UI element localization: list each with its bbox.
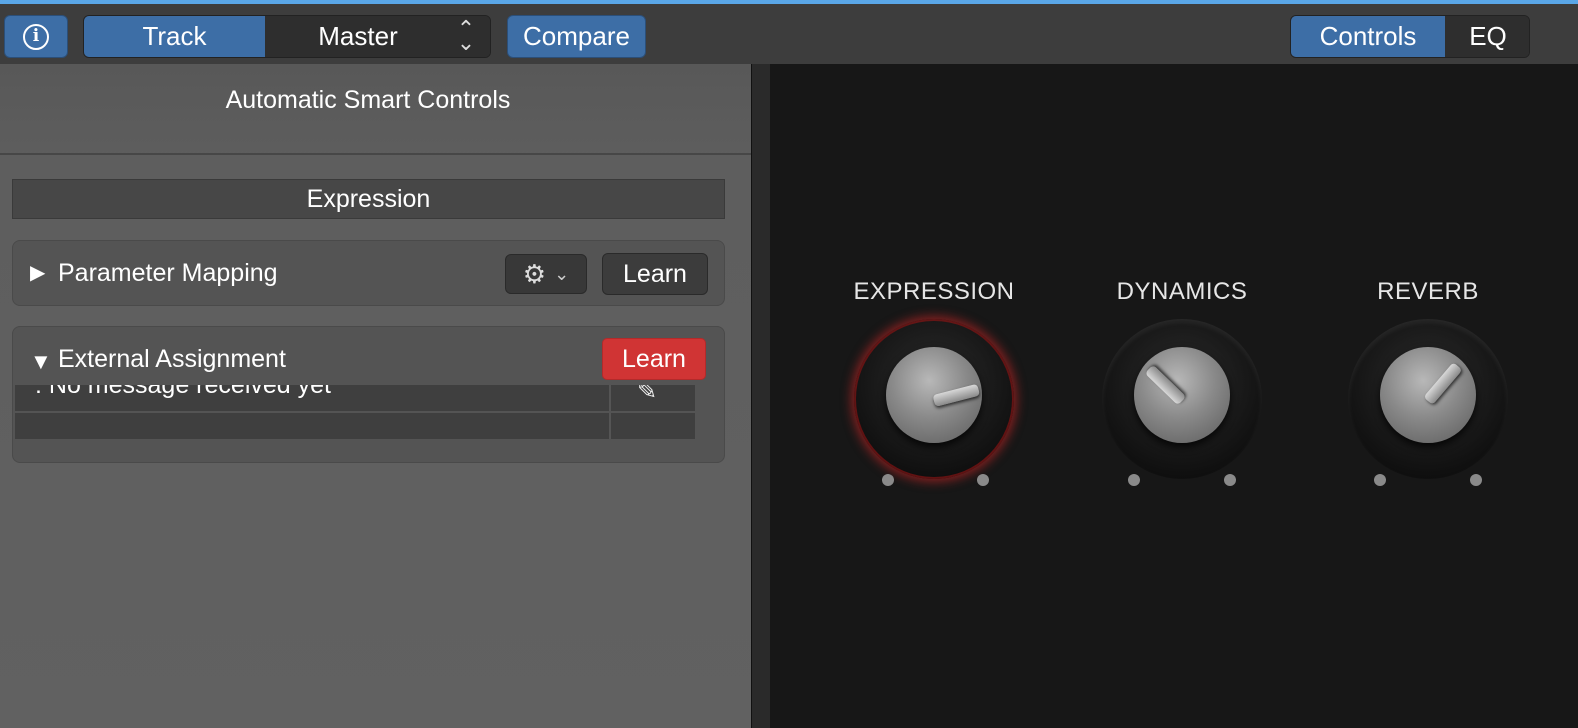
dynamics-knob[interactable] xyxy=(1102,319,1262,479)
assignment-message: : No message received yet xyxy=(35,385,331,399)
parameter-mapping-action-menu[interactable]: ⚙ ⌄ xyxy=(505,254,587,294)
table-row[interactable] xyxy=(15,413,695,439)
compare-button[interactable]: Compare xyxy=(507,15,646,58)
knob-label-expression: EXPRESSION xyxy=(853,278,1015,305)
panel-splitter[interactable] xyxy=(751,64,771,728)
section-header-expression: Expression xyxy=(12,179,725,219)
knob-max-dot xyxy=(977,474,989,486)
expression-knob[interactable] xyxy=(854,319,1014,479)
parameter-mapping-label: Parameter Mapping xyxy=(58,259,278,287)
column-divider xyxy=(609,413,611,439)
track-master-selector: Track Master ⌃ ⌄ xyxy=(83,15,491,58)
disclosure-triangle-collapsed-icon[interactable]: ▶ xyxy=(30,260,45,285)
knob-max-dot xyxy=(1224,474,1236,486)
inspector-title: Automatic Smart Controls xyxy=(225,86,511,114)
external-assignment-label: External Assignment xyxy=(58,345,286,373)
parameter-mapping-learn-button[interactable]: Learn xyxy=(602,253,708,295)
knob-min-dot xyxy=(882,474,894,486)
eq-tab[interactable]: EQ xyxy=(1445,16,1529,57)
knob-label-reverb: REVERB xyxy=(1377,278,1479,305)
parameter-mapping-section: ▶ Parameter Mapping ⚙ ⌄ Learn xyxy=(12,240,725,306)
stepper-icon[interactable]: ⌃ ⌄ xyxy=(454,18,478,54)
pencil-icon[interactable]: ✎ xyxy=(637,385,657,406)
knob-min-dot xyxy=(1128,474,1140,486)
track-tab[interactable]: Track xyxy=(84,16,265,57)
assignment-table: : No message received yet ✎ xyxy=(15,385,695,439)
knob-max-dot xyxy=(1470,474,1482,486)
smart-controls-panel: EXPRESSION DYNAMICS REVERB xyxy=(770,64,1578,728)
info-button[interactable]: i xyxy=(4,15,68,58)
toolbar: i Track Master ⌃ ⌄ Compare Controls EQ xyxy=(0,4,1578,64)
gear-icon: ⚙ xyxy=(522,258,547,289)
controls-tab[interactable]: Controls xyxy=(1291,16,1445,57)
reverb-knob[interactable] xyxy=(1348,319,1508,479)
knob-label-dynamics: DYNAMICS xyxy=(1116,278,1248,305)
column-divider xyxy=(609,385,611,411)
view-selector: Controls EQ xyxy=(1290,15,1530,58)
external-assignment-learn-button[interactable]: Learn xyxy=(602,338,706,380)
info-icon: i xyxy=(23,23,49,50)
table-row[interactable]: : No message received yet ✎ xyxy=(15,385,695,411)
chevron-down-icon: ⌄ xyxy=(554,263,570,284)
smart-controls-inspector: Automatic Smart Controls Expression ▶ Pa… xyxy=(0,64,751,728)
knob-min-dot xyxy=(1374,474,1386,486)
disclosure-triangle-expanded-icon[interactable]: ▼ xyxy=(30,349,52,375)
divider xyxy=(0,153,751,155)
external-assignment-section: ▼ External Assignment Learn : No message… xyxy=(12,326,725,463)
